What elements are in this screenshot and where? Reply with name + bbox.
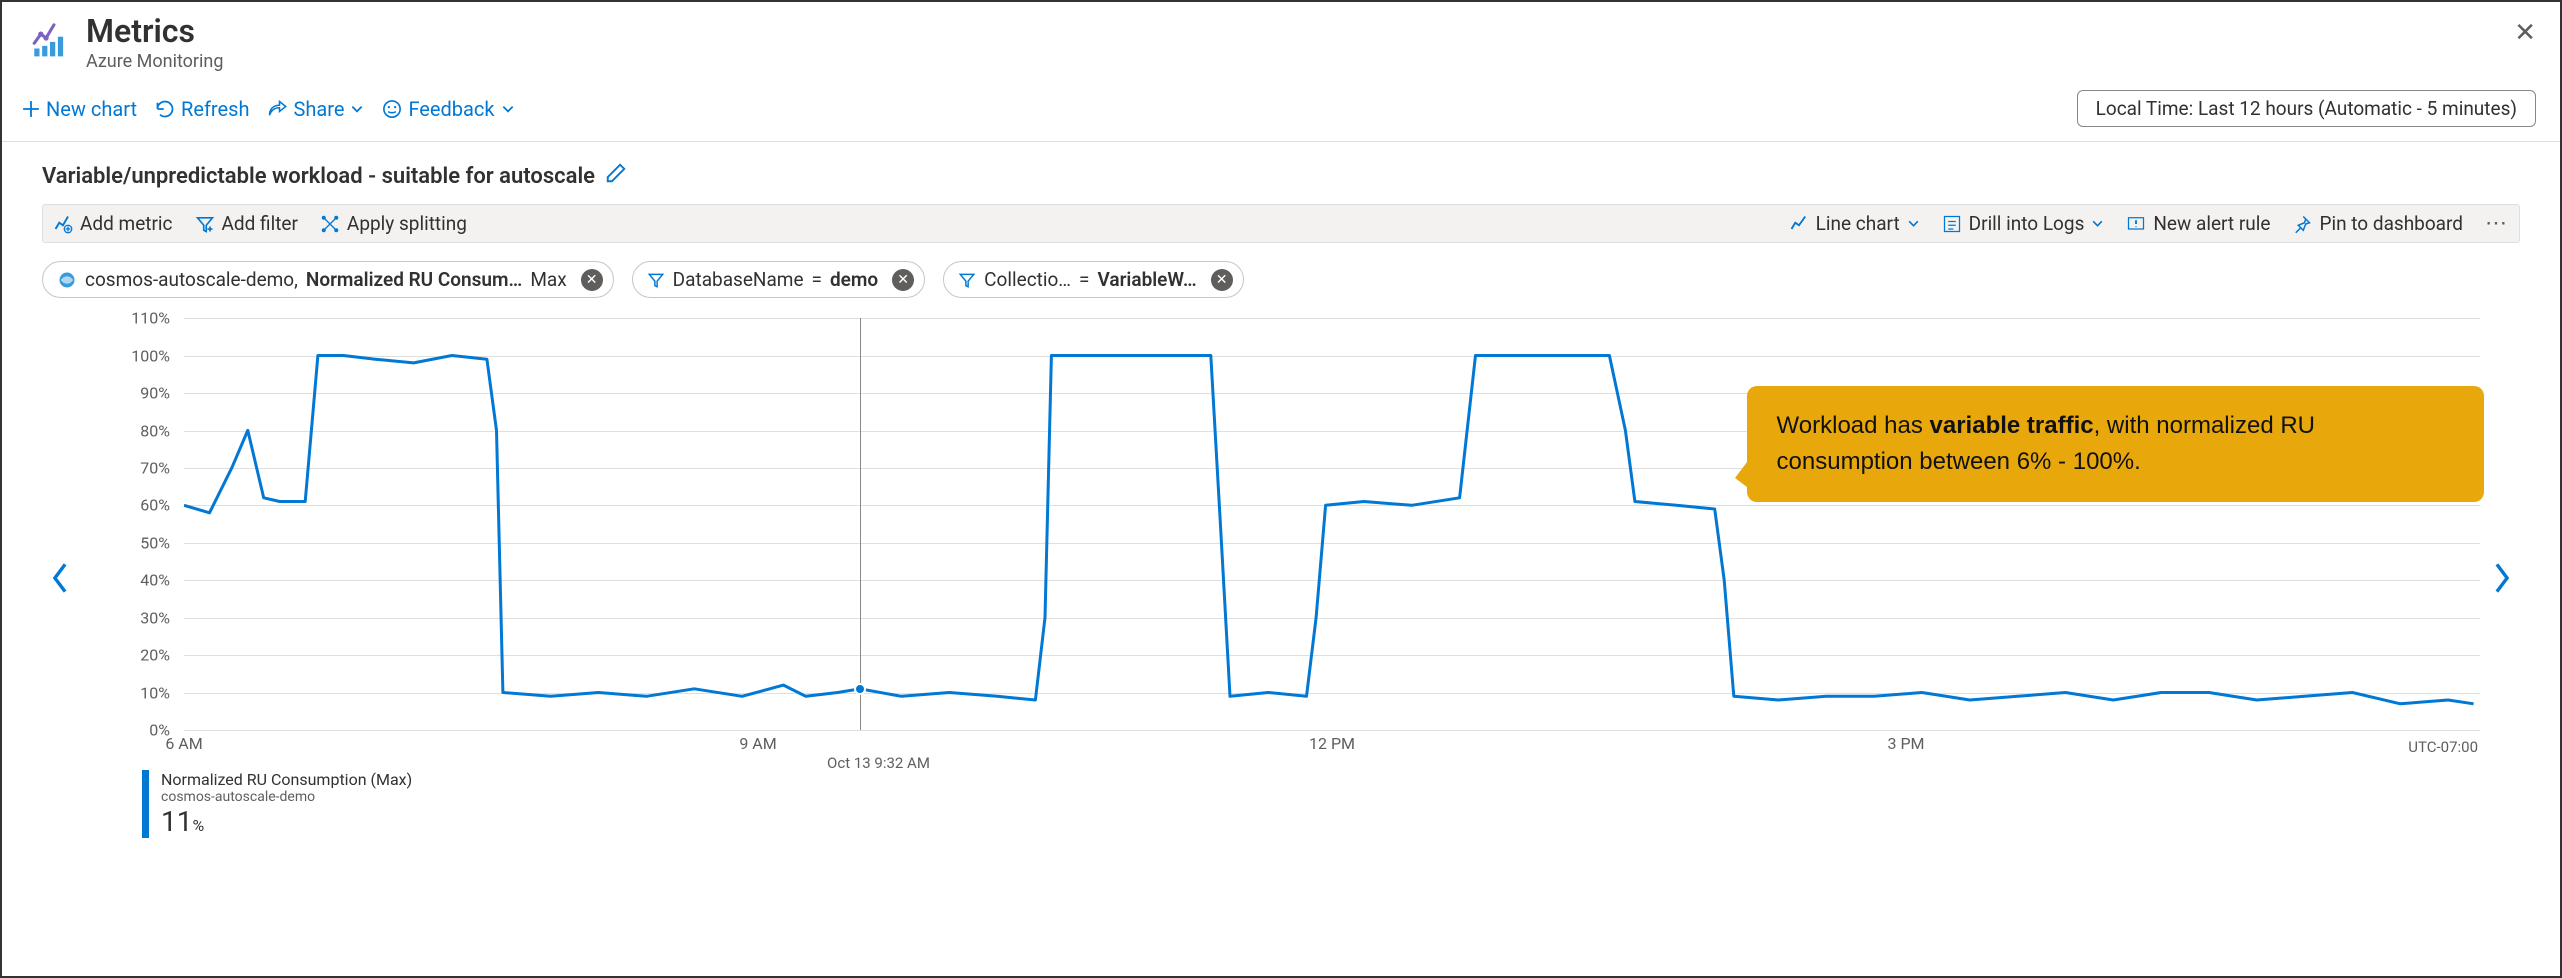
chart-series (184, 318, 2480, 730)
share-label: Share (293, 97, 344, 121)
add-metric-label: Add metric (80, 212, 173, 235)
annotation-callout: Workload has variable traffic, with norm… (1747, 386, 2484, 502)
remove-filter-icon[interactable]: ✕ (1211, 269, 1233, 291)
legend-color-swatch (142, 770, 149, 838)
legend-series-name: Normalized RU Consumption (Max) (161, 770, 412, 789)
chevron-down-icon (501, 102, 515, 116)
apply-splitting-label: Apply splitting (347, 212, 467, 235)
time-range-label: Local Time: Last 12 hours (Automatic - 5… (2096, 97, 2517, 120)
metric-name-text: Normalized RU Consum… (306, 268, 522, 291)
prev-chart-button[interactable] (42, 318, 78, 838)
filter-coll-label: Collectio… (984, 268, 1071, 291)
chart-toolbar: Add metric Add filter Apply splitting Li… (42, 204, 2520, 243)
share-icon (267, 99, 287, 119)
callout-text-pre: Workload has (1777, 412, 1930, 439)
add-filter-button[interactable]: Add filter (195, 212, 298, 235)
pin-button[interactable]: Pin to dashboard (2292, 212, 2463, 235)
legend-value-suffix: % (192, 816, 204, 835)
metric-scope-text: cosmos-autoscale-demo, (85, 268, 298, 291)
filter-icon (647, 271, 665, 289)
chevron-down-icon (1907, 217, 1920, 230)
chevron-down-icon (350, 102, 364, 116)
apply-splitting-button[interactable]: Apply splitting (320, 212, 467, 235)
refresh-icon (155, 99, 175, 119)
chevron-left-icon (49, 561, 71, 595)
new-alert-button[interactable]: New alert rule (2126, 212, 2270, 235)
metric-agg-text: Max (530, 268, 566, 291)
page-title: Metrics (86, 14, 223, 49)
feedback-label: Feedback (408, 97, 494, 121)
chart-type-label: Line chart (1816, 212, 1900, 235)
chevron-right-icon (2491, 561, 2513, 595)
page-subtitle: Azure Monitoring (86, 51, 223, 72)
pin-label: Pin to dashboard (2319, 212, 2463, 235)
split-icon (320, 214, 340, 234)
legend-resource-name: cosmos-autoscale-demo (161, 789, 412, 805)
filter-icon (195, 214, 215, 234)
legend-value: 11 (161, 805, 192, 838)
time-range-selector[interactable]: Local Time: Last 12 hours (Automatic - 5… (2077, 90, 2536, 127)
drill-logs-label: Drill into Logs (1969, 212, 2085, 235)
metrics-app-icon (26, 14, 74, 62)
chevron-down-icon (2091, 217, 2104, 230)
drill-logs-button[interactable]: Drill into Logs (1942, 212, 2105, 235)
timezone-label: UTC-07:00 (2408, 738, 2478, 756)
command-bar: New chart Refresh Share Feedback Local T… (2, 76, 2560, 142)
add-filter-label: Add filter (222, 212, 298, 235)
next-chart-button[interactable] (2484, 318, 2520, 838)
callout-text-bold: variable traffic (1930, 412, 2094, 439)
pin-icon (2292, 214, 2312, 234)
chart-legend[interactable]: Normalized RU Consumption (Max) cosmos-a… (142, 770, 2484, 838)
chart-type-button[interactable]: Line chart (1789, 212, 1920, 235)
filter-db-label: DatabaseName (673, 268, 804, 291)
x-axis: 6 AM9 AM12 PM3 PM (184, 730, 2480, 758)
y-axis: 0%10%20%30%40%50%60%70%80%90%100%110% (110, 318, 180, 730)
scope-icon (57, 270, 77, 290)
hover-marker (854, 683, 866, 695)
remove-metric-icon[interactable]: ✕ (581, 269, 603, 291)
filter-db-value: demo (830, 268, 878, 291)
close-icon[interactable]: ✕ (2514, 18, 2536, 48)
edit-title-button[interactable] (605, 162, 627, 190)
metric-pill[interactable]: cosmos-autoscale-demo, Normalized RU Con… (42, 261, 614, 298)
hover-guideline (860, 318, 861, 730)
new-chart-label: New chart (46, 97, 137, 121)
filter-icon (958, 271, 976, 289)
feedback-button[interactable]: Feedback (382, 97, 514, 121)
chart-plot-area[interactable]: 0%10%20%30%40%50%60%70%80%90%100%110% Oc… (110, 318, 2484, 758)
more-options-button[interactable]: ⋯ (2485, 211, 2509, 236)
smiley-icon (382, 99, 402, 119)
refresh-label: Refresh (181, 97, 249, 121)
add-metric-button[interactable]: Add metric (53, 212, 173, 235)
refresh-button[interactable]: Refresh (155, 97, 249, 121)
new-chart-button[interactable]: New chart (22, 97, 137, 121)
filter-coll-pill[interactable]: Collectio… = VariableW… ✕ (943, 261, 1243, 298)
filter-db-pill[interactable]: DatabaseName = demo ✕ (632, 261, 926, 298)
plus-icon (22, 100, 40, 118)
logs-icon (1942, 214, 1962, 234)
new-alert-label: New alert rule (2153, 212, 2270, 235)
filter-coll-value: VariableW… (1097, 268, 1196, 291)
chart-title: Variable/unpredictable workload - suitab… (42, 164, 595, 189)
pencil-icon (605, 162, 627, 184)
share-button[interactable]: Share (267, 97, 364, 121)
remove-filter-icon[interactable]: ✕ (892, 269, 914, 291)
add-metric-icon (53, 214, 73, 234)
alert-icon (2126, 214, 2146, 234)
line-chart-icon (1789, 214, 1809, 234)
